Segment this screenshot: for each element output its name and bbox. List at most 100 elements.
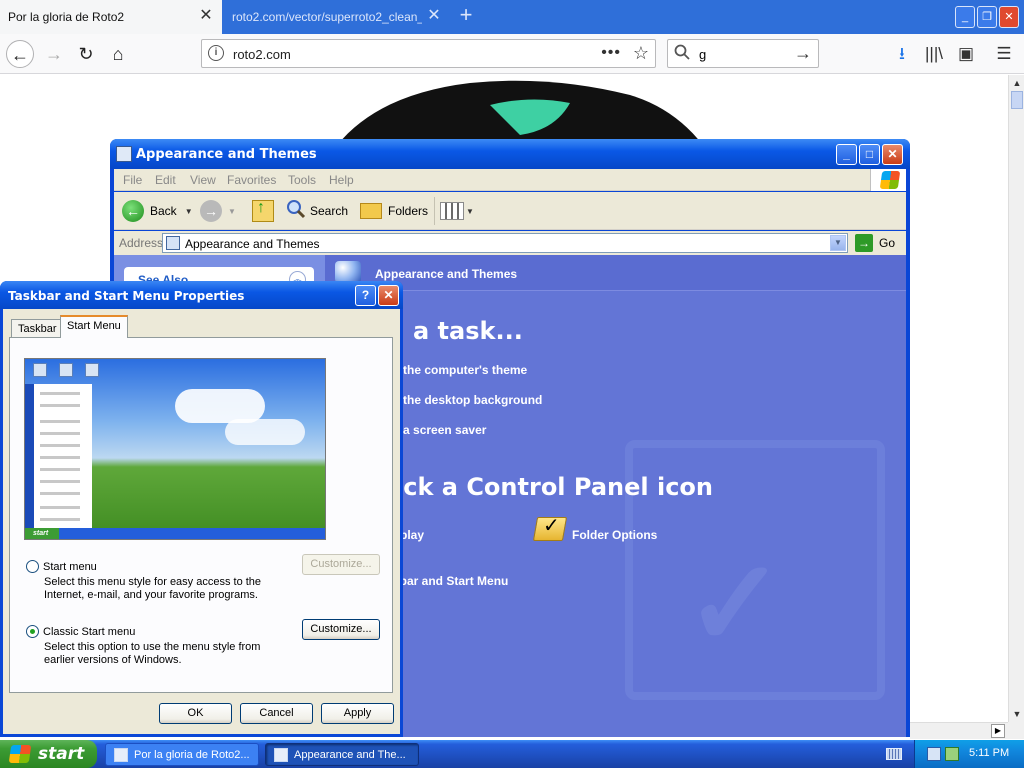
close-button[interactable]: ✕ [882,144,903,165]
menu-edit[interactable]: Edit [155,173,176,187]
task-link-background[interactable]: e the desktop background [393,393,542,407]
cancel-button[interactable]: Cancel [240,703,313,724]
apply-button[interactable]: Apply [321,703,394,724]
tab-roto2[interactable]: Por la gloria de Roto2 ✕ [0,0,222,34]
back-icon[interactable]: ← [6,40,34,68]
views-button[interactable]: ▼ [440,199,474,223]
scroll-up-icon[interactable]: ▲ [1009,75,1024,91]
taskbar-start-menu-link[interactable]: kbar and Start Menu [393,574,508,588]
scroll-corner [1008,722,1024,739]
up-folder-button[interactable]: ↑ [252,199,278,223]
control-panel-icon [274,747,288,762]
menu-help[interactable]: Help [329,173,354,187]
volume-icon[interactable] [945,747,959,761]
info-icon[interactable]: i [208,45,224,61]
network-icon[interactable] [927,747,941,761]
display-icon-link[interactable]: play [400,528,424,542]
preview-cloud [225,419,305,445]
back-dropdown-icon[interactable]: ▼ [185,207,193,216]
taskbar-start-menu-properties-dialog: Taskbar and Start Menu Properties ? ✕ Ta… [0,281,403,737]
classic-start-menu-radio[interactable]: Classic Start menu [26,625,135,638]
windows-taskbar: start Por la gloria de Roto2... Appearan… [0,740,1024,768]
close-icon[interactable]: ✕ [378,285,399,306]
taskbar-button-appearance[interactable]: Appearance and The... [265,743,419,766]
scroll-thumb[interactable] [1011,91,1023,109]
taskbar-button-label: Appearance and The... [294,748,406,761]
control-panel-icon [166,236,180,250]
url-text[interactable]: roto2.com [233,47,291,62]
appearance-themes-icon [335,261,361,283]
ok-button[interactable]: OK [159,703,232,724]
folder-options-link[interactable]: Folder Options [572,528,657,542]
library-icon[interactable]: |||\ [923,44,945,64]
start-menu-option-description: Select this menu style for easy access t… [44,576,262,601]
forward-button[interactable]: → ▼ [200,199,236,223]
minimize-button[interactable]: _ [955,6,975,28]
forward-arrow-icon: → [200,200,222,222]
standard-toolbar: ← Back ▼ → ▼ ↑ Search Folders ▼ [114,192,906,230]
menu-tools[interactable]: Tools [288,173,316,187]
dialog-title-bar[interactable]: Taskbar and Start Menu Properties ? ✕ [0,281,403,309]
minimize-button[interactable]: _ [836,144,857,165]
pick-task-heading: a task... [413,317,523,345]
tab-start-menu[interactable]: Start Menu [60,315,128,338]
url-bar[interactable]: i roto2.com ••• ☆ [201,39,656,68]
search-bar[interactable]: g → [667,39,819,68]
customize-classic-start-menu-button[interactable]: Customize... [302,619,380,640]
address-value[interactable]: Appearance and Themes [185,237,320,251]
scroll-right-icon[interactable]: ▶ [991,724,1005,738]
search-label: Search [310,204,349,218]
search-go-icon[interactable]: → [794,43,812,64]
reload-icon[interactable]: ↻ [72,40,100,68]
tab-taskbar[interactable]: Taskbar [11,319,64,337]
folders-button[interactable]: Folders [360,199,428,223]
task-link-screensaver[interactable]: e a screen saver [393,423,486,437]
clock[interactable]: 5:11 PM [969,747,1009,759]
close-tab-icon[interactable]: ✕ [426,8,442,24]
scroll-down-icon[interactable]: ▼ [1009,706,1024,722]
close-window-button[interactable]: ✕ [999,6,1019,28]
download-icon[interactable]: ⭳ [891,44,913,64]
search-icon [674,44,690,65]
menu-favorites[interactable]: Favorites [227,173,276,187]
forward-dropdown-icon[interactable]: ▼ [228,207,236,216]
folders-label: Folders [388,204,429,218]
chevron-down-icon[interactable]: ▼ [830,235,846,251]
radio-button[interactable] [26,560,39,573]
help-icon[interactable]: ? [355,285,376,306]
address-label: Address [119,236,164,250]
windows-flag-icon [879,171,901,189]
menu-view[interactable]: View [190,173,216,187]
home-icon[interactable]: ⌂ [104,40,132,68]
back-button[interactable]: ← Back ▼ [122,199,193,223]
restore-button[interactable]: ❐ [977,6,997,28]
customize-start-menu-button[interactable]: Customize... [302,554,380,575]
page-vertical-scrollbar[interactable]: ▲ ▼ [1008,75,1024,722]
horizontal-scrollbar[interactable]: ▶ [910,722,1008,739]
search-button[interactable]: Search [286,199,348,223]
keyboard-icon[interactable] [886,748,902,760]
forward-icon[interactable]: → [40,40,68,68]
taskbar-button-firefox[interactable]: Por la gloria de Roto2... [105,743,259,766]
maximize-button[interactable]: □ [859,144,880,165]
menu-icon[interactable]: ☰ [993,44,1015,64]
classic-start-menu-option-label[interactable]: Classic Start menu [43,626,135,638]
address-field[interactable]: Appearance and Themes ▼ [162,233,848,253]
menu-file[interactable]: File [123,173,142,187]
radio-button-selected[interactable] [26,625,39,638]
go-button[interactable]: → Go [855,234,895,252]
close-tab-icon[interactable]: ✕ [198,8,214,24]
sidebar-icon[interactable]: ▣ [955,44,977,64]
navigation-toolbar: ← → ↻ ⌂ i roto2.com ••• ☆ g → ⭳ |||\ ▣ ☰ [0,34,1024,74]
new-tab-button[interactable]: + [454,4,478,28]
taskbar-button-label: Por la gloria de Roto2... [134,748,250,761]
bookmark-star-icon[interactable]: ☆ [633,43,649,64]
start-menu-option-label[interactable]: Start menu [43,561,97,573]
tab-roto2-vector[interactable]: roto2.com/vector/superroto2_clean_o ✕ [224,0,450,34]
task-link-theme[interactable]: e the computer's theme [393,363,527,377]
search-input[interactable]: g [699,47,706,62]
start-button[interactable]: start [0,740,97,768]
window-title-bar[interactable]: Appearance and Themes _ □ ✕ [110,139,910,169]
start-menu-radio[interactable]: Start menu [26,560,97,573]
page-actions-icon[interactable]: ••• [601,44,621,62]
